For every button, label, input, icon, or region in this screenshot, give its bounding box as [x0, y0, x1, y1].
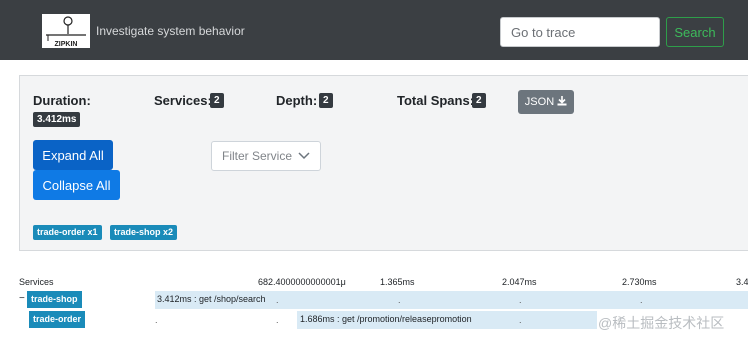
total-spans-label: Total Spans:	[397, 93, 475, 108]
total-spans-badge: 2	[472, 93, 486, 108]
json-download-button[interactable]: JSON	[518, 90, 574, 114]
tick-marker: .	[398, 295, 401, 305]
tick-marker: .	[519, 295, 522, 305]
span-service-label: trade-order	[29, 311, 86, 328]
depth-label: Depth:	[276, 93, 318, 108]
service-chip-trade-shop[interactable]: trade-shop x2	[110, 225, 178, 240]
json-button-label: JSON	[524, 96, 555, 108]
span-text: 1.686ms : get /promotion/releasepromotio…	[300, 314, 472, 324]
span-row[interactable]: − trade-shop 3.412ms : get /shop/search …	[0, 291, 748, 309]
services-label: Services:	[154, 93, 212, 108]
filter-service-select[interactable]: Filter Service	[211, 141, 321, 171]
zipkin-logo-icon: ZIPKIN	[46, 16, 86, 48]
trace-summary-panel: Duration: 3.412ms Services: 2 Depth: 2 T…	[19, 75, 748, 251]
download-icon	[557, 96, 567, 106]
tick-label: 1.365ms	[380, 277, 415, 287]
expand-all-button[interactable]: Expand All	[33, 140, 113, 170]
tick-marker: .	[276, 295, 279, 305]
tick-marker: .	[155, 315, 158, 325]
trace-id-input[interactable]	[500, 17, 660, 47]
chevron-down-icon	[298, 152, 310, 160]
services-badge: 2	[210, 93, 224, 108]
span-service-label: trade-shop	[27, 291, 82, 308]
tick-marker: .	[519, 315, 522, 325]
watermark: @稀土掘金技术社区	[598, 315, 725, 331]
services-column-header: Services	[19, 277, 54, 287]
collapse-toggle-icon[interactable]: −	[19, 293, 25, 304]
duration-badge: 3.412ms	[33, 112, 81, 127]
tick-label: 682.4000000000001μ	[258, 277, 346, 287]
tagline: Investigate system behavior	[96, 24, 245, 38]
tick-label: 2.047ms	[502, 277, 537, 287]
tick-label: 3.4	[736, 277, 748, 287]
tick-marker: .	[276, 315, 279, 325]
service-chip-trade-order[interactable]: trade-order x1	[33, 225, 102, 240]
navbar: ZIPKIN Investigate system behavior Searc…	[0, 0, 748, 60]
tick-label: 2.730ms	[622, 277, 657, 287]
duration-label: Duration:	[33, 93, 91, 108]
zipkin-logo[interactable]: ZIPKIN	[42, 14, 90, 48]
logo-text: ZIPKIN	[55, 41, 78, 48]
depth-badge: 2	[319, 93, 333, 108]
tick-marker: .	[640, 295, 643, 305]
timeline-header: Services 682.4000000000001μ 1.365ms 2.04…	[0, 275, 748, 291]
search-button[interactable]: Search	[666, 17, 724, 47]
span-text: 3.412ms : get /shop/search	[157, 294, 266, 304]
filter-service-placeholder: Filter Service	[222, 149, 293, 163]
collapse-all-button[interactable]: Collapse All	[33, 170, 120, 200]
